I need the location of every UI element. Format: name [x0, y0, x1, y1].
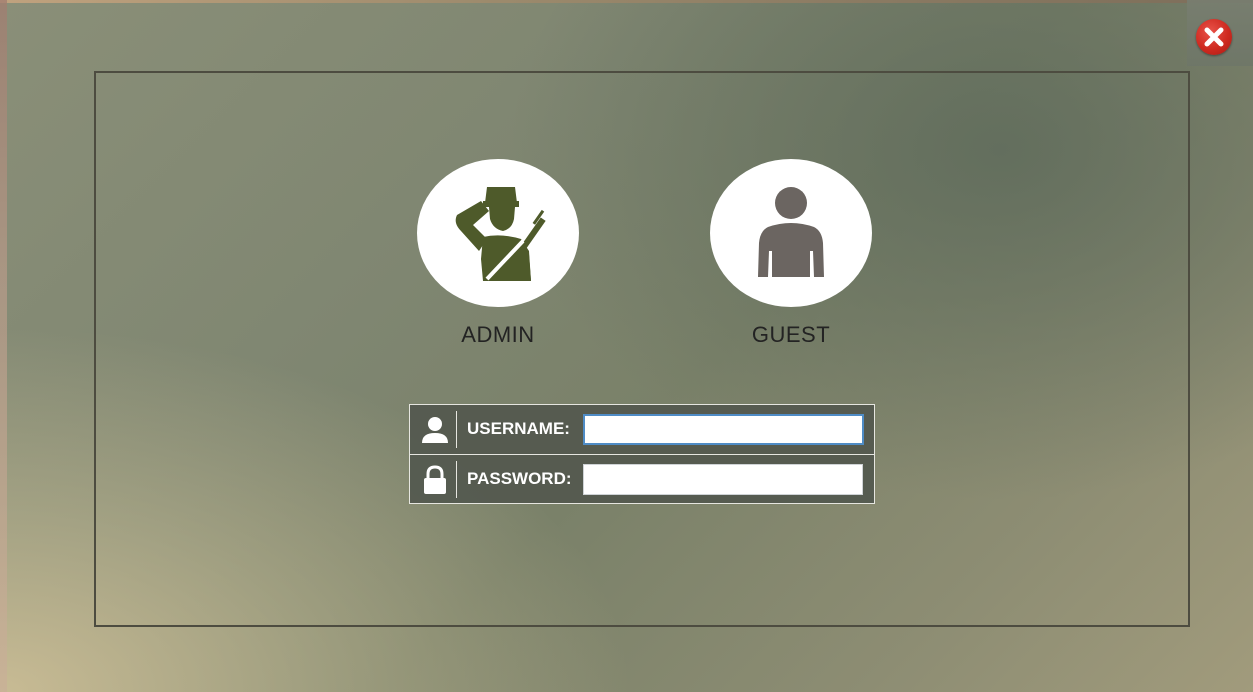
left-edge [0, 0, 7, 692]
login-frame [94, 71, 1190, 627]
username-label: USERNAME: [467, 419, 570, 438]
close-icon [1204, 27, 1224, 47]
password-input[interactable] [583, 464, 863, 495]
admin-role-button[interactable]: ADMIN [417, 159, 579, 348]
admin-label: ADMIN [461, 322, 535, 347]
login-form: USERNAME: PASSWORD: [409, 404, 875, 504]
soldier-salute-icon [455, 187, 546, 281]
user-icon [422, 417, 448, 443]
password-row: PASSWORD: [410, 455, 874, 504]
username-input[interactable] [583, 414, 864, 445]
username-row: USERNAME: [410, 405, 874, 454]
password-separator [456, 461, 457, 498]
guest-role-button[interactable]: GUEST [710, 159, 872, 348]
admin-avatar [417, 159, 579, 307]
password-label: PASSWORD: [467, 469, 572, 488]
guest-label: GUEST [751, 322, 831, 347]
lock-icon [424, 465, 446, 494]
guest-avatar [710, 159, 872, 307]
username-separator [456, 411, 457, 448]
person-icon [758, 187, 824, 277]
top-edge [0, 0, 1253, 3]
login-screen: ADMIN GUEST USERNAME: PASSWORD: [0, 0, 1253, 692]
close-button[interactable] [1196, 19, 1232, 55]
